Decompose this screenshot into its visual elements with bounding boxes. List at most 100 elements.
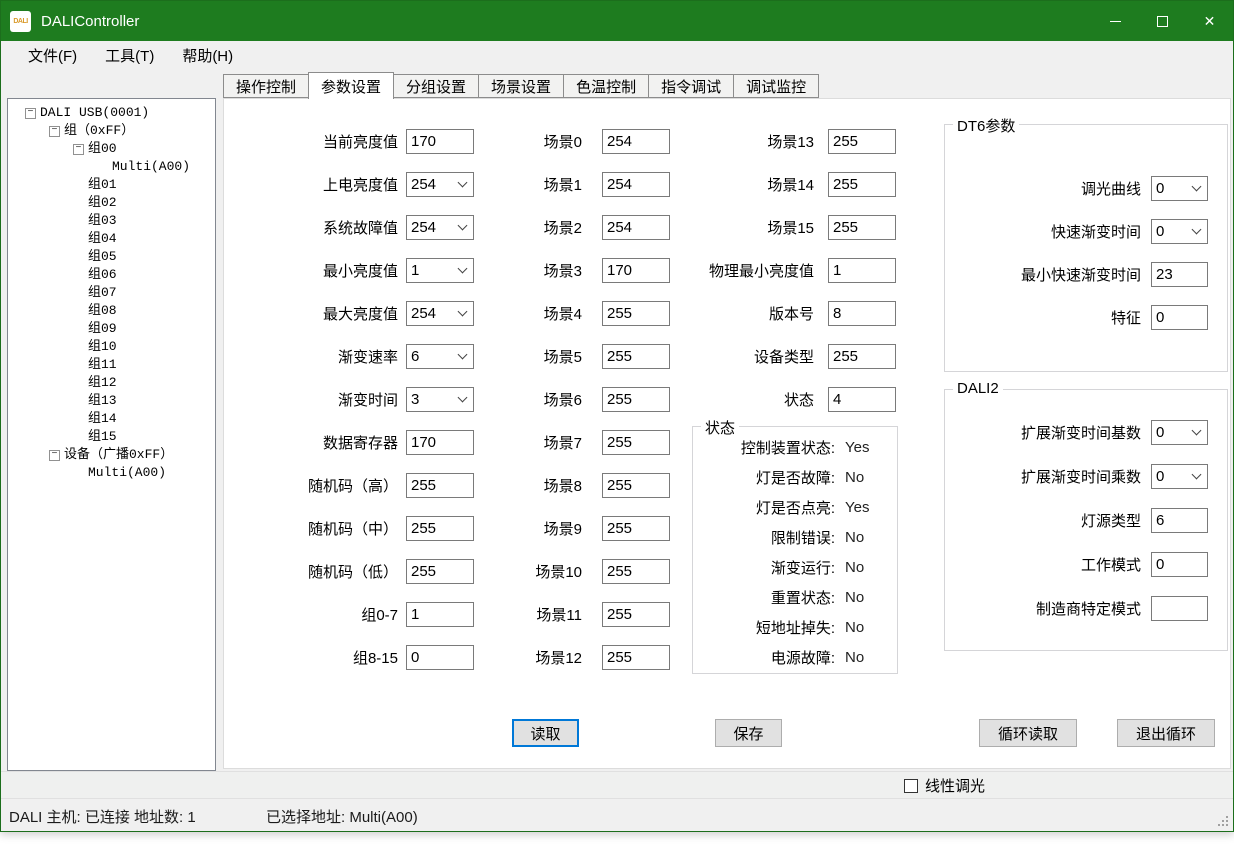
checkbox-box-icon[interactable] [904,779,918,793]
device-type-input[interactable] [828,344,896,369]
tab-debug-monitor[interactable]: 调试监控 [733,74,819,98]
tab-operation-control[interactable]: 操作控制 [223,74,309,98]
scene-4-input[interactable] [602,301,670,326]
data-register-input[interactable] [406,430,474,455]
read-button[interactable]: 读取 [512,719,579,747]
scene-3-input[interactable] [602,258,670,283]
tree-node[interactable]: 组12 [8,374,215,392]
operating-mode-input[interactable] [1151,552,1208,577]
tree-node[interactable]: 组01 [8,176,215,194]
linear-dimming-checkbox[interactable]: 线性调光 [904,775,985,796]
power-on-level-select[interactable]: 254 [406,172,474,197]
system-failure-level-select[interactable]: 254 [406,215,474,240]
tree-expander-icon[interactable]: − [49,126,60,137]
scene-11-input[interactable] [602,602,670,627]
tree-expander-icon[interactable]: − [73,144,84,155]
scene-8-input[interactable] [602,473,670,498]
tree-node-label: 组15 [88,428,117,446]
group-0-7-input[interactable] [406,602,474,627]
fade-rate-select[interactable]: 6 [406,344,474,369]
menu-item-help[interactable]: 帮助(H) [168,41,247,70]
status-value-input[interactable] [828,387,896,412]
loop-read-button[interactable]: 循环读取 [979,719,1077,747]
current-level-input[interactable] [406,129,474,154]
scene-9-input[interactable] [602,516,670,541]
max-level-select[interactable]: 254 [406,301,474,326]
tab-group-settings[interactable]: 分组设置 [393,74,479,98]
features-input[interactable] [1151,305,1208,330]
device-tree[interactable]: −DALI USB(0001)−组（0xFF）−组00Multi(A00)组01… [7,98,216,771]
tree-node[interactable]: Multi(A00) [8,158,215,176]
chevron-down-icon [1192,182,1202,192]
tree-node[interactable]: −DALI USB(0001) [8,104,215,122]
scene-1-input[interactable] [602,172,670,197]
scene-6-input[interactable] [602,387,670,412]
exit-loop-button[interactable]: 退出循环 [1117,719,1215,747]
fade-time-select[interactable]: 3 [406,387,474,412]
min-level-select[interactable]: 1 [406,258,474,283]
scene-12-input[interactable] [602,645,670,670]
tree-node[interactable]: −组（0xFF） [8,122,215,140]
scene-0-input[interactable] [602,129,670,154]
scene-7-input[interactable] [602,430,670,455]
tree-node[interactable]: Multi(A00) [8,464,215,482]
group-8-15-input[interactable] [406,645,474,670]
maximize-button[interactable] [1139,1,1186,41]
tree-node[interactable]: 组05 [8,248,215,266]
tab-color-temp[interactable]: 色温控制 [563,74,649,98]
light-source-type-label: 灯源类型 [945,510,1141,531]
tree-node[interactable]: 组02 [8,194,215,212]
field-row-group-8-15: 组8-15 [238,636,478,679]
field-row-scene-1: 场景1 [512,163,676,206]
tab-param-settings[interactable]: 参数设置 [308,72,394,99]
field-row-scene-0: 场景0 [512,120,676,163]
min-fast-fade-time-input[interactable] [1151,262,1208,287]
window-title: DALIController [41,13,139,30]
tree-node[interactable]: 组15 [8,428,215,446]
resize-grip[interactable] [1226,824,1228,826]
manufacturer-mode-input[interactable] [1151,596,1208,621]
random-code-low-label: 随机码（低） [238,561,398,582]
tree-node[interactable]: 组09 [8,320,215,338]
ext-fade-time-multiplier-select[interactable]: 0 [1151,464,1208,489]
tree-node[interactable]: 组07 [8,284,215,302]
tree-expander-icon[interactable]: − [49,450,60,461]
tree-node[interactable]: −组00 [8,140,215,158]
dimming-curve-select[interactable]: 0 [1151,176,1208,201]
minimize-button[interactable] [1092,1,1139,41]
scene-15-input[interactable] [828,215,896,240]
tree-node[interactable]: 组03 [8,212,215,230]
scene-2-input[interactable] [602,215,670,240]
scene-14-input[interactable] [828,172,896,197]
field-row-features: 特征 [945,296,1227,339]
tree-expander-icon[interactable]: − [25,108,36,119]
random-code-high-input[interactable] [406,473,474,498]
scene-10-input[interactable] [602,559,670,584]
tab-scene-settings[interactable]: 场景设置 [478,74,564,98]
tree-node-label: 组00 [88,140,117,158]
phys-min-level-input[interactable] [828,258,896,283]
ext-fade-time-base-select[interactable]: 0 [1151,420,1208,445]
tree-node[interactable]: 组11 [8,356,215,374]
scene-5-input[interactable] [602,344,670,369]
fast-fade-time-select[interactable]: 0 [1151,219,1208,244]
tree-node[interactable]: 组14 [8,410,215,428]
app-icon: DALI [10,11,31,32]
tree-node[interactable]: 组13 [8,392,215,410]
version-input[interactable] [828,301,896,326]
menu-item-tools[interactable]: 工具(T) [91,41,168,70]
tree-node[interactable]: 组06 [8,266,215,284]
random-code-low-input[interactable] [406,559,474,584]
tree-node[interactable]: 组10 [8,338,215,356]
random-code-mid-input[interactable] [406,516,474,541]
tree-node[interactable]: 组04 [8,230,215,248]
tree-node[interactable]: 组08 [8,302,215,320]
save-button[interactable]: 保存 [715,719,782,747]
menu-item-file[interactable]: 文件(F) [14,41,91,70]
light-source-type-input[interactable] [1151,508,1208,533]
scene-13-input[interactable] [828,129,896,154]
close-button[interactable]: ✕ [1186,1,1233,41]
field-row-power-on-level: 上电亮度值254 [238,163,478,206]
tree-node[interactable]: −设备（广播0xFF） [8,446,215,464]
tab-command-debug[interactable]: 指令调试 [648,74,734,98]
